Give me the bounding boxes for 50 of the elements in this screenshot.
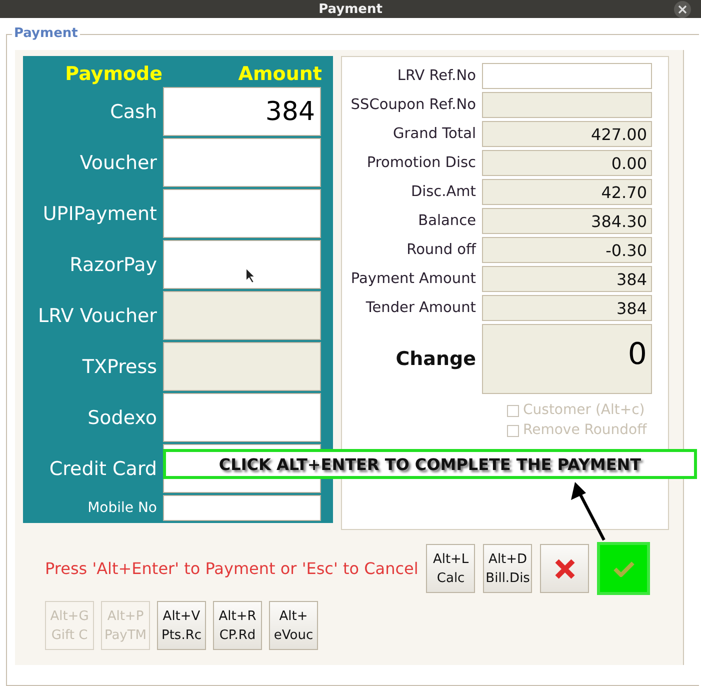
hint-text: Press 'Alt+Enter' to Payment or 'Esc' to Cancel	[45, 559, 418, 578]
paymode-label: TXPress	[81, 356, 158, 378]
shortcut-button[interactable]: Alt+ eVouc	[269, 601, 318, 650]
shortcut-button[interactable]: Alt+L Calc	[426, 544, 476, 593]
column-header: Paymode	[64, 62, 163, 84]
arrow-icon	[568, 480, 608, 542]
cursor-icon	[245, 267, 256, 284]
shortcut-button[interactable]: Alt+V Pts.Rc	[157, 601, 206, 650]
instruction-tooltip: CLICK ALT+ENTER TO COMPLETE THE PAYMENT	[163, 449, 697, 479]
cancel-button[interactable]	[540, 544, 590, 593]
close-button[interactable]	[674, 1, 691, 18]
summary-field[interactable]	[482, 63, 652, 89]
summary-label: LRV Ref.No	[396, 68, 477, 84]
shortcut-button[interactable]: Alt+D Bill.Dis	[483, 544, 532, 593]
close-icon	[678, 5, 687, 14]
summary-label: SSCoupon Ref.No	[350, 97, 477, 113]
summary-label: Payment Amount	[350, 271, 477, 287]
checkbox[interactable]	[507, 425, 519, 437]
amount-field[interactable]	[163, 138, 321, 187]
paymode-label: Credit Card	[48, 458, 158, 480]
summary-label: Round off	[406, 242, 478, 258]
close-icon	[554, 558, 576, 580]
mobile-label: Mobile No	[86, 500, 158, 516]
paymode-label: UPIPayment	[42, 202, 158, 224]
amount-field[interactable]	[163, 393, 321, 442]
column-header: Amount	[237, 62, 322, 84]
paymode-label: Cash	[109, 100, 158, 122]
checkbox[interactable]	[507, 405, 519, 417]
checkmark-icon	[612, 560, 635, 576]
checkbox-label: Customer (Alt+c)	[523, 402, 645, 418]
mobile-field[interactable]	[163, 495, 321, 521]
summary-label: Grand Total	[392, 126, 477, 142]
checkbox-label: Remove Roundoff	[523, 422, 647, 438]
change-label: Change	[394, 348, 477, 370]
summary-label: Disc.Amt	[410, 184, 477, 200]
summary-label: Balance	[417, 213, 477, 229]
summary-label: Tender Amount	[364, 300, 477, 316]
paymode-label: Voucher	[78, 152, 158, 174]
paymode-label: LRV Voucher	[37, 304, 158, 326]
summary-label: Promotion Disc	[366, 155, 477, 171]
group-title: Payment	[12, 26, 80, 41]
shortcut-button[interactable]: Alt+R CP.Rd	[213, 601, 262, 650]
amount-field[interactable]	[163, 189, 321, 238]
window-title: Payment	[318, 2, 382, 16]
paymode-label: Sodexo	[86, 406, 158, 428]
paymode-label: RazorPay	[68, 254, 158, 276]
amount-field[interactable]	[163, 240, 321, 289]
amount-field[interactable]: 384	[163, 87, 321, 136]
change-field: 0	[482, 324, 652, 394]
confirm-button[interactable]	[597, 542, 650, 595]
